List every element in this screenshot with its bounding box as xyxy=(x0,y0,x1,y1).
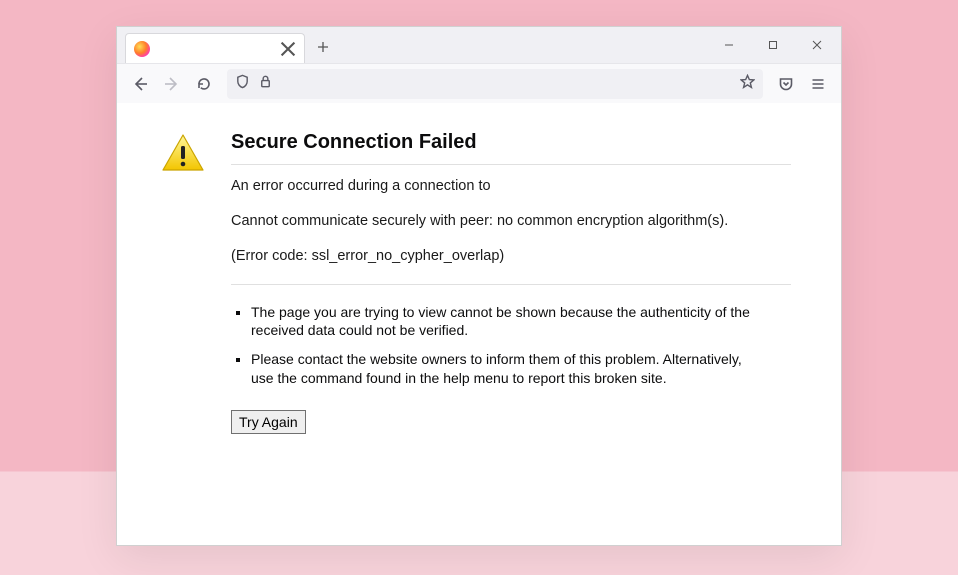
close-window-button[interactable] xyxy=(795,30,839,60)
save-to-pocket-button[interactable] xyxy=(771,69,801,99)
error-description-text: Cannot communicate securely with peer: n… xyxy=(231,212,791,231)
browser-window: Secure Connection Failed An error occurr… xyxy=(116,26,842,546)
forward-button[interactable] xyxy=(157,69,187,99)
new-tab-button[interactable] xyxy=(309,33,337,61)
list-item: The page you are trying to view cannot b… xyxy=(251,303,791,341)
error-details-list: The page you are trying to view cannot b… xyxy=(231,284,791,389)
browser-tab[interactable] xyxy=(125,33,305,63)
maximize-button[interactable] xyxy=(751,30,795,60)
list-item: Please contact the website owners to inf… xyxy=(251,350,791,388)
error-title: Secure Connection Failed xyxy=(231,131,791,165)
url-bar[interactable] xyxy=(227,69,763,99)
error-code-text: (Error code: ssl_error_no_cypher_overlap… xyxy=(231,247,791,266)
back-button[interactable] xyxy=(125,69,155,99)
bookmark-star-icon[interactable] xyxy=(740,74,755,94)
window-controls xyxy=(707,27,841,63)
navigation-toolbar xyxy=(117,63,841,103)
page-content: Secure Connection Failed An error occurr… xyxy=(117,103,841,545)
warning-icon xyxy=(161,133,205,173)
try-again-button[interactable]: Try Again xyxy=(231,410,306,434)
shield-icon xyxy=(235,74,250,94)
minimize-button[interactable] xyxy=(707,30,751,60)
firefox-icon xyxy=(134,41,150,57)
tab-strip xyxy=(117,27,841,63)
close-tab-button[interactable] xyxy=(280,41,296,57)
lock-icon xyxy=(258,74,273,94)
app-menu-button[interactable] xyxy=(803,69,833,99)
reload-button[interactable] xyxy=(189,69,219,99)
error-intro-text: An error occurred during a connection to xyxy=(231,177,791,196)
